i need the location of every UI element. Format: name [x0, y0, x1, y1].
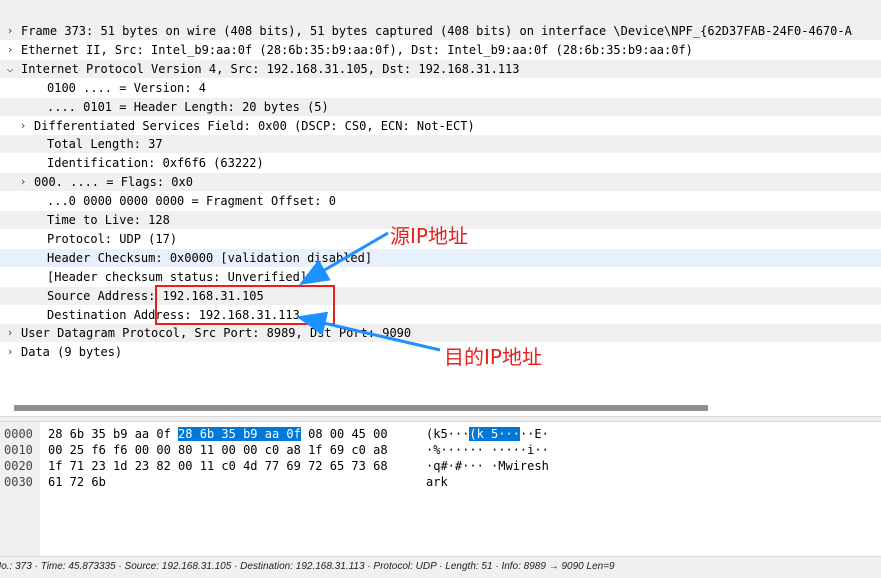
tree-row-label: Data (9 bytes): [21, 345, 123, 360]
tree-row[interactable]: › Data (9 bytes): [0, 343, 881, 361]
tree-row-label: Identification: 0xf6f6 (63222): [47, 156, 264, 171]
hex-bytes[interactable]: 00 25 f6 f6 00 00 80 11 00 00 c0 a8 1f 6…: [48, 442, 388, 458]
ascii-bytes[interactable]: (k5···(k 5·····E·: [426, 426, 549, 442]
tree-row[interactable]: Source Address: 192.168.31.105: [0, 286, 881, 305]
chevron-right-icon[interactable]: ›: [17, 173, 29, 191]
byte-offset: 0020: [4, 459, 33, 473]
tree-row[interactable]: › User Datagram Protocol, Src Port: 8989,…: [0, 324, 881, 343]
hex-bytes-highlighted: 28 6b 35 b9 aa 0f: [178, 427, 301, 441]
ascii-bytes[interactable]: ark: [426, 474, 448, 490]
tree-row-label: [Header checksum status: Unverified]: [47, 269, 308, 284]
tree-row[interactable]: .... 0101 = Header Length: 20 bytes (5): [0, 97, 881, 116]
packet-details-pane: › Frame 373: 51 bytes on wire (408 bits),…: [0, 0, 881, 400]
tree-row-label: Source Address: 192.168.31.105: [47, 288, 264, 303]
byte-offset: 0000: [4, 427, 33, 441]
status-bar: No.: 373 · Time: 45.873335 · Source: 192…: [0, 556, 881, 578]
tree-row-label: Differentiated Services Field: 0x00 (DSC…: [34, 118, 475, 133]
tree-row-label: Time to Live: 128: [47, 213, 170, 227]
tree-row[interactable]: › 000. .... = Flags: 0x0: [0, 173, 881, 192]
chevron-right-icon[interactable]: ›: [4, 22, 16, 40]
tree-row-label: Total Length: 37: [47, 137, 163, 152]
tree-row[interactable]: [Header checksum status: Unverified]: [0, 268, 881, 286]
tree-row-label: ...0 0000 0000 0000 = Fragment Offset: 0: [47, 194, 336, 209]
packet-bytes-pane: 0000 28 6b 35 b9 aa 0f 28 6b 35 b9 aa 0f …: [0, 422, 881, 556]
chevron-right-icon[interactable]: ›: [4, 343, 16, 361]
ascii-bytes-segment: ·%······ ·····i··: [426, 443, 549, 457]
tree-row-label: Ethernet II, Src: Intel_b9:aa:0f (28:6b:…: [21, 42, 693, 57]
scrollbar-thumb[interactable]: [14, 405, 708, 411]
tree-row-label: .... 0101 = Header Length: 20 bytes (5): [47, 99, 329, 114]
tree-row[interactable]: Total Length: 37: [0, 135, 881, 154]
tree-row[interactable]: › Ethernet II, Src: Intel_b9:aa:0f (28:6b…: [0, 41, 881, 59]
details-top-gap: [0, 0, 881, 22]
ascii-bytes-segment: ··E·: [519, 427, 549, 441]
tree-row-label: User Datagram Protocol, Src Port: 8989, …: [21, 326, 412, 341]
hex-bytes-segment: 08 00 45 00: [300, 427, 388, 441]
tree-row-label: Destination Address: 192.168.31.113: [47, 307, 300, 322]
hex-bytes-segment: 61 72 6b: [48, 475, 106, 489]
tree-row[interactable]: 0100 .... = Version: 4: [0, 79, 881, 97]
tree-row[interactable]: Protocol: UDP (17): [0, 230, 881, 248]
tree-row[interactable]: Identification: 0xf6f6 (63222): [0, 154, 881, 172]
hex-bytes[interactable]: 61 72 6b: [48, 474, 106, 490]
ascii-bytes-segment: ·q#·#··· ·Mwiresh: [426, 459, 549, 473]
tree-row-label: 0100 .... = Version: 4: [47, 80, 206, 95]
hex-bytes[interactable]: 1f 71 23 1d 23 82 00 11 c0 4d 77 69 72 6…: [48, 458, 388, 474]
tree-row[interactable]: › Frame 373: 51 bytes on wire (408 bits),…: [0, 22, 881, 40]
tree-row[interactable]: › Differentiated Services Field: 0x00 (DS…: [0, 117, 881, 135]
tree-row-label: Frame 373: 51 bytes on wire (408 bits), …: [21, 24, 852, 38]
tree-row-label: Protocol: UDP (17): [47, 231, 178, 246]
chevron-down-icon[interactable]: ⌵: [4, 60, 16, 78]
chevron-right-icon[interactable]: ›: [17, 117, 29, 135]
byte-offset: 0030: [4, 475, 33, 489]
ascii-bytes[interactable]: ·%······ ·····i··: [426, 442, 549, 458]
tree-row-label: Header Checksum: 0x0000 [validation disa…: [47, 250, 373, 265]
tree-row[interactable]: ...0 0000 0000 0000 = Fragment Offset: 0: [0, 192, 881, 210]
hex-bytes-segment: 1f 71 23 1d 23 82 00 11 c0 4d 77 69 72 6…: [48, 459, 388, 473]
hex-bytes-segment: 28 6b 35 b9 aa 0f: [48, 427, 179, 441]
tree-row[interactable]: Time to Live: 128: [0, 211, 881, 229]
tree-row[interactable]: Destination Address: 192.168.31.113: [0, 306, 881, 324]
tree-row-label: 000. .... = Flags: 0x0: [34, 175, 193, 190]
tree-row[interactable]: ⌵ Internet Protocol Version 4, Src: 192.1…: [0, 59, 881, 78]
chevron-right-icon[interactable]: ›: [4, 324, 16, 342]
ascii-bytes-segment: ark: [426, 475, 448, 489]
status-text: No.: 373 · Time: 45.873335 · Source: 192…: [0, 561, 615, 572]
ascii-bytes[interactable]: ·q#·#··· ·Mwiresh: [426, 458, 549, 474]
tree-row-label: Internet Protocol Version 4, Src: 192.16…: [21, 61, 520, 76]
tree-row[interactable]: Header Checksum: 0x0000 [validation disa…: [0, 248, 881, 267]
byte-offset: 0010: [4, 443, 33, 457]
horizontal-scrollbar[interactable]: [0, 400, 881, 416]
ascii-bytes-highlighted: (k 5···: [469, 427, 520, 441]
chevron-right-icon[interactable]: ›: [4, 41, 16, 59]
hex-bytes-segment: 00 25 f6 f6 00 00 80 11 00 00 c0 a8 1f 6…: [48, 443, 388, 457]
ascii-bytes-segment: (k5···: [426, 427, 470, 441]
hex-bytes[interactable]: 28 6b 35 b9 aa 0f 28 6b 35 b9 aa 0f 08 0…: [48, 426, 388, 442]
